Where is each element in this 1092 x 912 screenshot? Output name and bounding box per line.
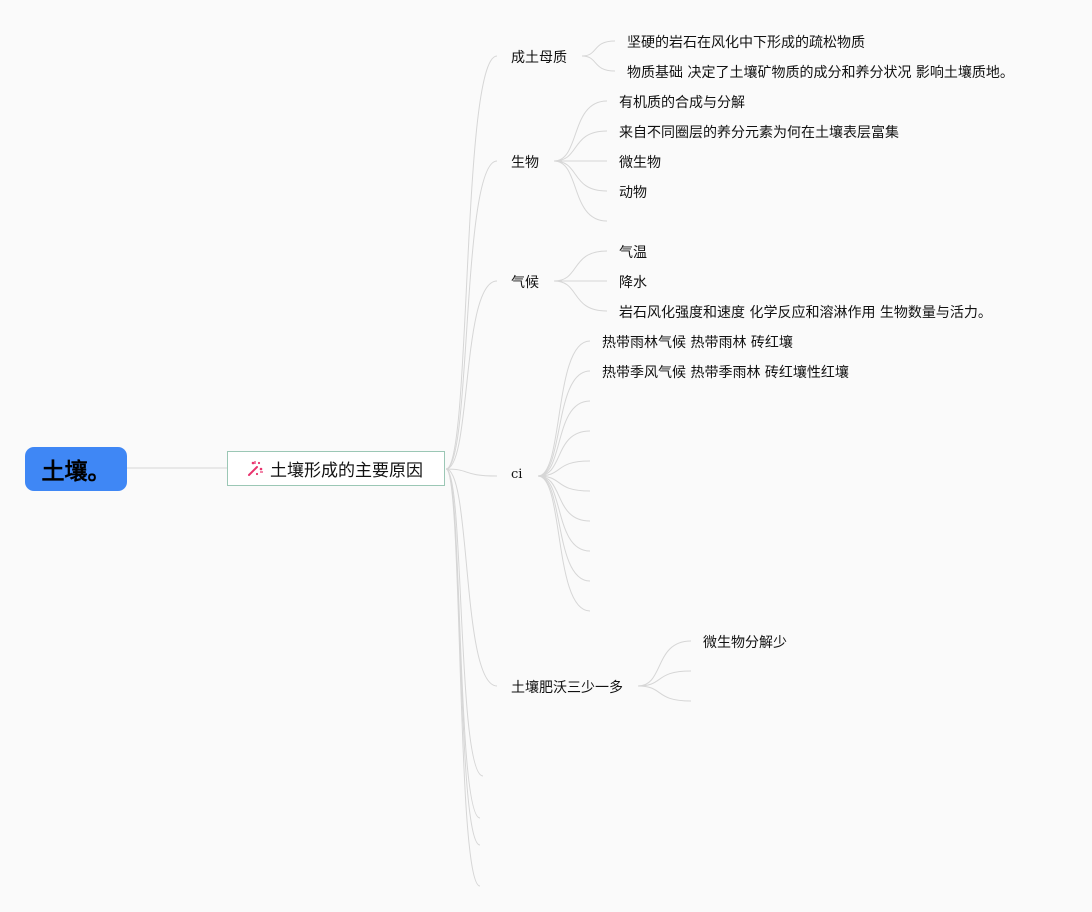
- connector-lines: [127, 40, 692, 887]
- leaf-node[interactable]: 气温: [619, 242, 647, 262]
- leaf-node[interactable]: 岩石风化强度和速度 化学反应和溶淋作用 生物数量与活力。: [619, 302, 992, 322]
- leaf-node[interactable]: 降水: [619, 272, 647, 292]
- leaf-node[interactable]: 物质基础 决定了土壤矿物质的成分和养分状况 影响土壤质地。: [627, 62, 1014, 82]
- connector-line: [553, 280, 608, 312]
- connector-line: [537, 340, 591, 477]
- connector-line: [537, 430, 591, 477]
- branch-node[interactable]: ci: [511, 467, 522, 482]
- connector-line: [537, 475, 591, 522]
- magic-wand-icon: [245, 459, 265, 479]
- main-topic-node[interactable]: 土壤形成的主要原因: [227, 451, 445, 486]
- connector-line: [553, 160, 608, 222]
- connector-line: [537, 475, 591, 612]
- connector-line: [637, 640, 692, 687]
- leaf-node[interactable]: 动物: [619, 182, 647, 202]
- connector-line: [581, 55, 616, 72]
- main-topic-label: 土壤形成的主要原因: [270, 461, 423, 481]
- root-node[interactable]: 土壤。: [25, 447, 127, 491]
- leaf-node[interactable]: 来自不同圈层的养分元素为何在土壤表层富集: [619, 122, 899, 142]
- leaf-node[interactable]: 微生物: [619, 152, 661, 172]
- connector-line: [537, 475, 591, 552]
- connector-line: [581, 40, 616, 57]
- branch-node[interactable]: 成土母质: [511, 47, 567, 67]
- branch-node[interactable]: 生物: [511, 152, 539, 172]
- connector-line: [553, 130, 608, 162]
- connector-line: [445, 468, 498, 477]
- connector-line: [445, 280, 498, 470]
- connector-line: [553, 100, 608, 162]
- connector-line: [537, 400, 591, 477]
- mind-map-canvas: 土壤。 土壤形成的主要原因 成土母质 坚硬的岩石在风化中下形成的疏松物质物质基础 …: [0, 0, 1092, 912]
- leaf-node[interactable]: 热带雨林气候 热带雨林 砖红壤: [602, 332, 793, 352]
- leaf-node[interactable]: 微生物分解少: [703, 632, 787, 652]
- leaf-node[interactable]: 有机质的合成与分解: [619, 92, 745, 112]
- root-label: 土壤。: [41, 459, 111, 485]
- connector-line: [553, 250, 608, 282]
- connector-line: [553, 160, 608, 192]
- branch-node[interactable]: 土壤肥沃三少一多: [511, 677, 623, 697]
- branch-node[interactable]: 气候: [511, 272, 539, 292]
- connector-line: [445, 160, 498, 470]
- connector-line: [637, 685, 692, 702]
- leaf-node[interactable]: 坚硬的岩石在风化中下形成的疏松物质: [627, 32, 865, 52]
- leaf-node[interactable]: 热带季风气候 热带季雨林 砖红壤性红壤: [602, 362, 849, 382]
